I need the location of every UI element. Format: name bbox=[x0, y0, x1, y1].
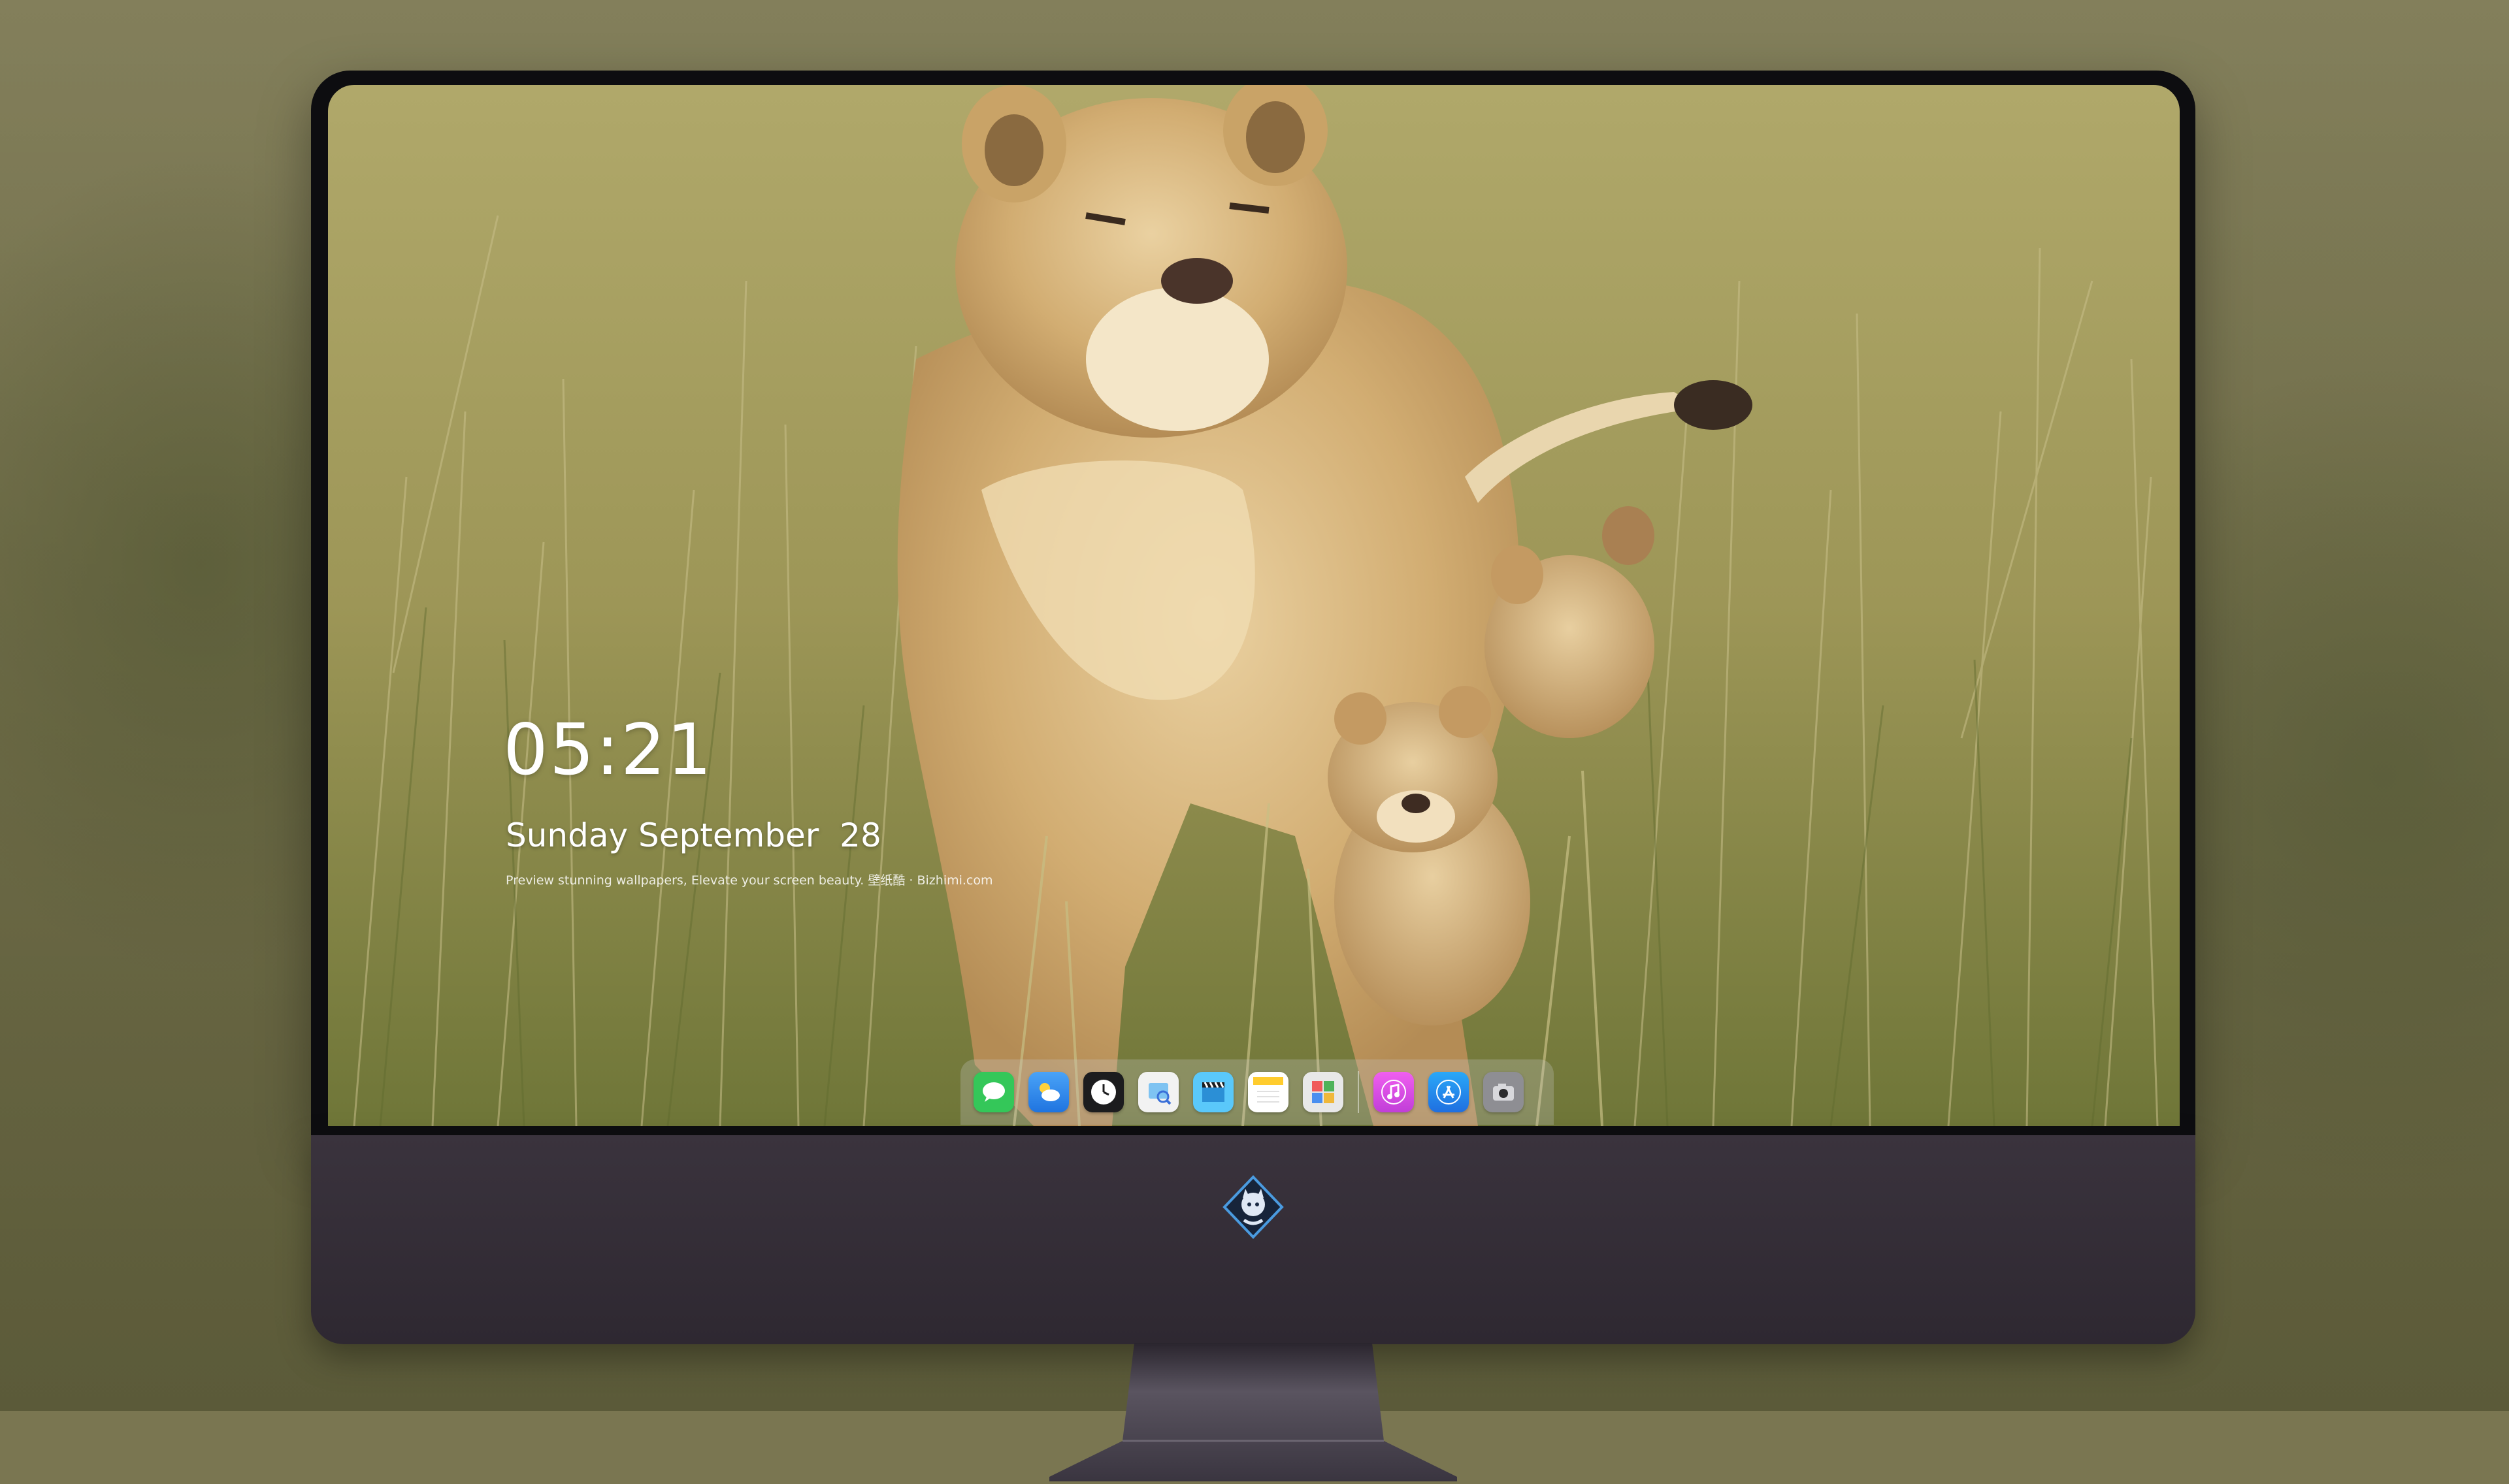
messages-icon[interactable] bbox=[974, 1072, 1014, 1112]
clips-icon[interactable] bbox=[1193, 1072, 1234, 1112]
dock-separator bbox=[1358, 1071, 1359, 1113]
monitor-bezel: 05:21 Sunday September 28 Preview stunni… bbox=[311, 71, 2195, 1135]
monitor: 05:21 Sunday September 28 Preview stunni… bbox=[311, 71, 2195, 1481]
lockscreen-time: 05:21 bbox=[503, 709, 713, 791]
monitor-screen: 05:21 Sunday September 28 Preview stunni… bbox=[328, 85, 2180, 1126]
photo-booth-icon[interactable] bbox=[1303, 1072, 1343, 1112]
itunes-icon[interactable] bbox=[1373, 1072, 1414, 1112]
dock bbox=[960, 1059, 1554, 1125]
camera-icon[interactable] bbox=[1483, 1072, 1524, 1112]
preview-icon[interactable] bbox=[1138, 1072, 1179, 1112]
brand-logo-icon bbox=[1221, 1174, 1286, 1240]
monitor-stand bbox=[1049, 1343, 1457, 1481]
lockscreen-tagline: Preview stunning wallpapers, Elevate you… bbox=[506, 873, 993, 888]
clock-icon[interactable] bbox=[1083, 1072, 1124, 1112]
monitor-chin bbox=[311, 1135, 2195, 1344]
notes-icon[interactable] bbox=[1248, 1072, 1288, 1112]
app-store-icon[interactable] bbox=[1428, 1072, 1469, 1112]
lockscreen-date: Sunday September 28 bbox=[506, 816, 881, 854]
weather-icon[interactable] bbox=[1028, 1072, 1069, 1112]
lion-wallpaper bbox=[328, 85, 2180, 1126]
